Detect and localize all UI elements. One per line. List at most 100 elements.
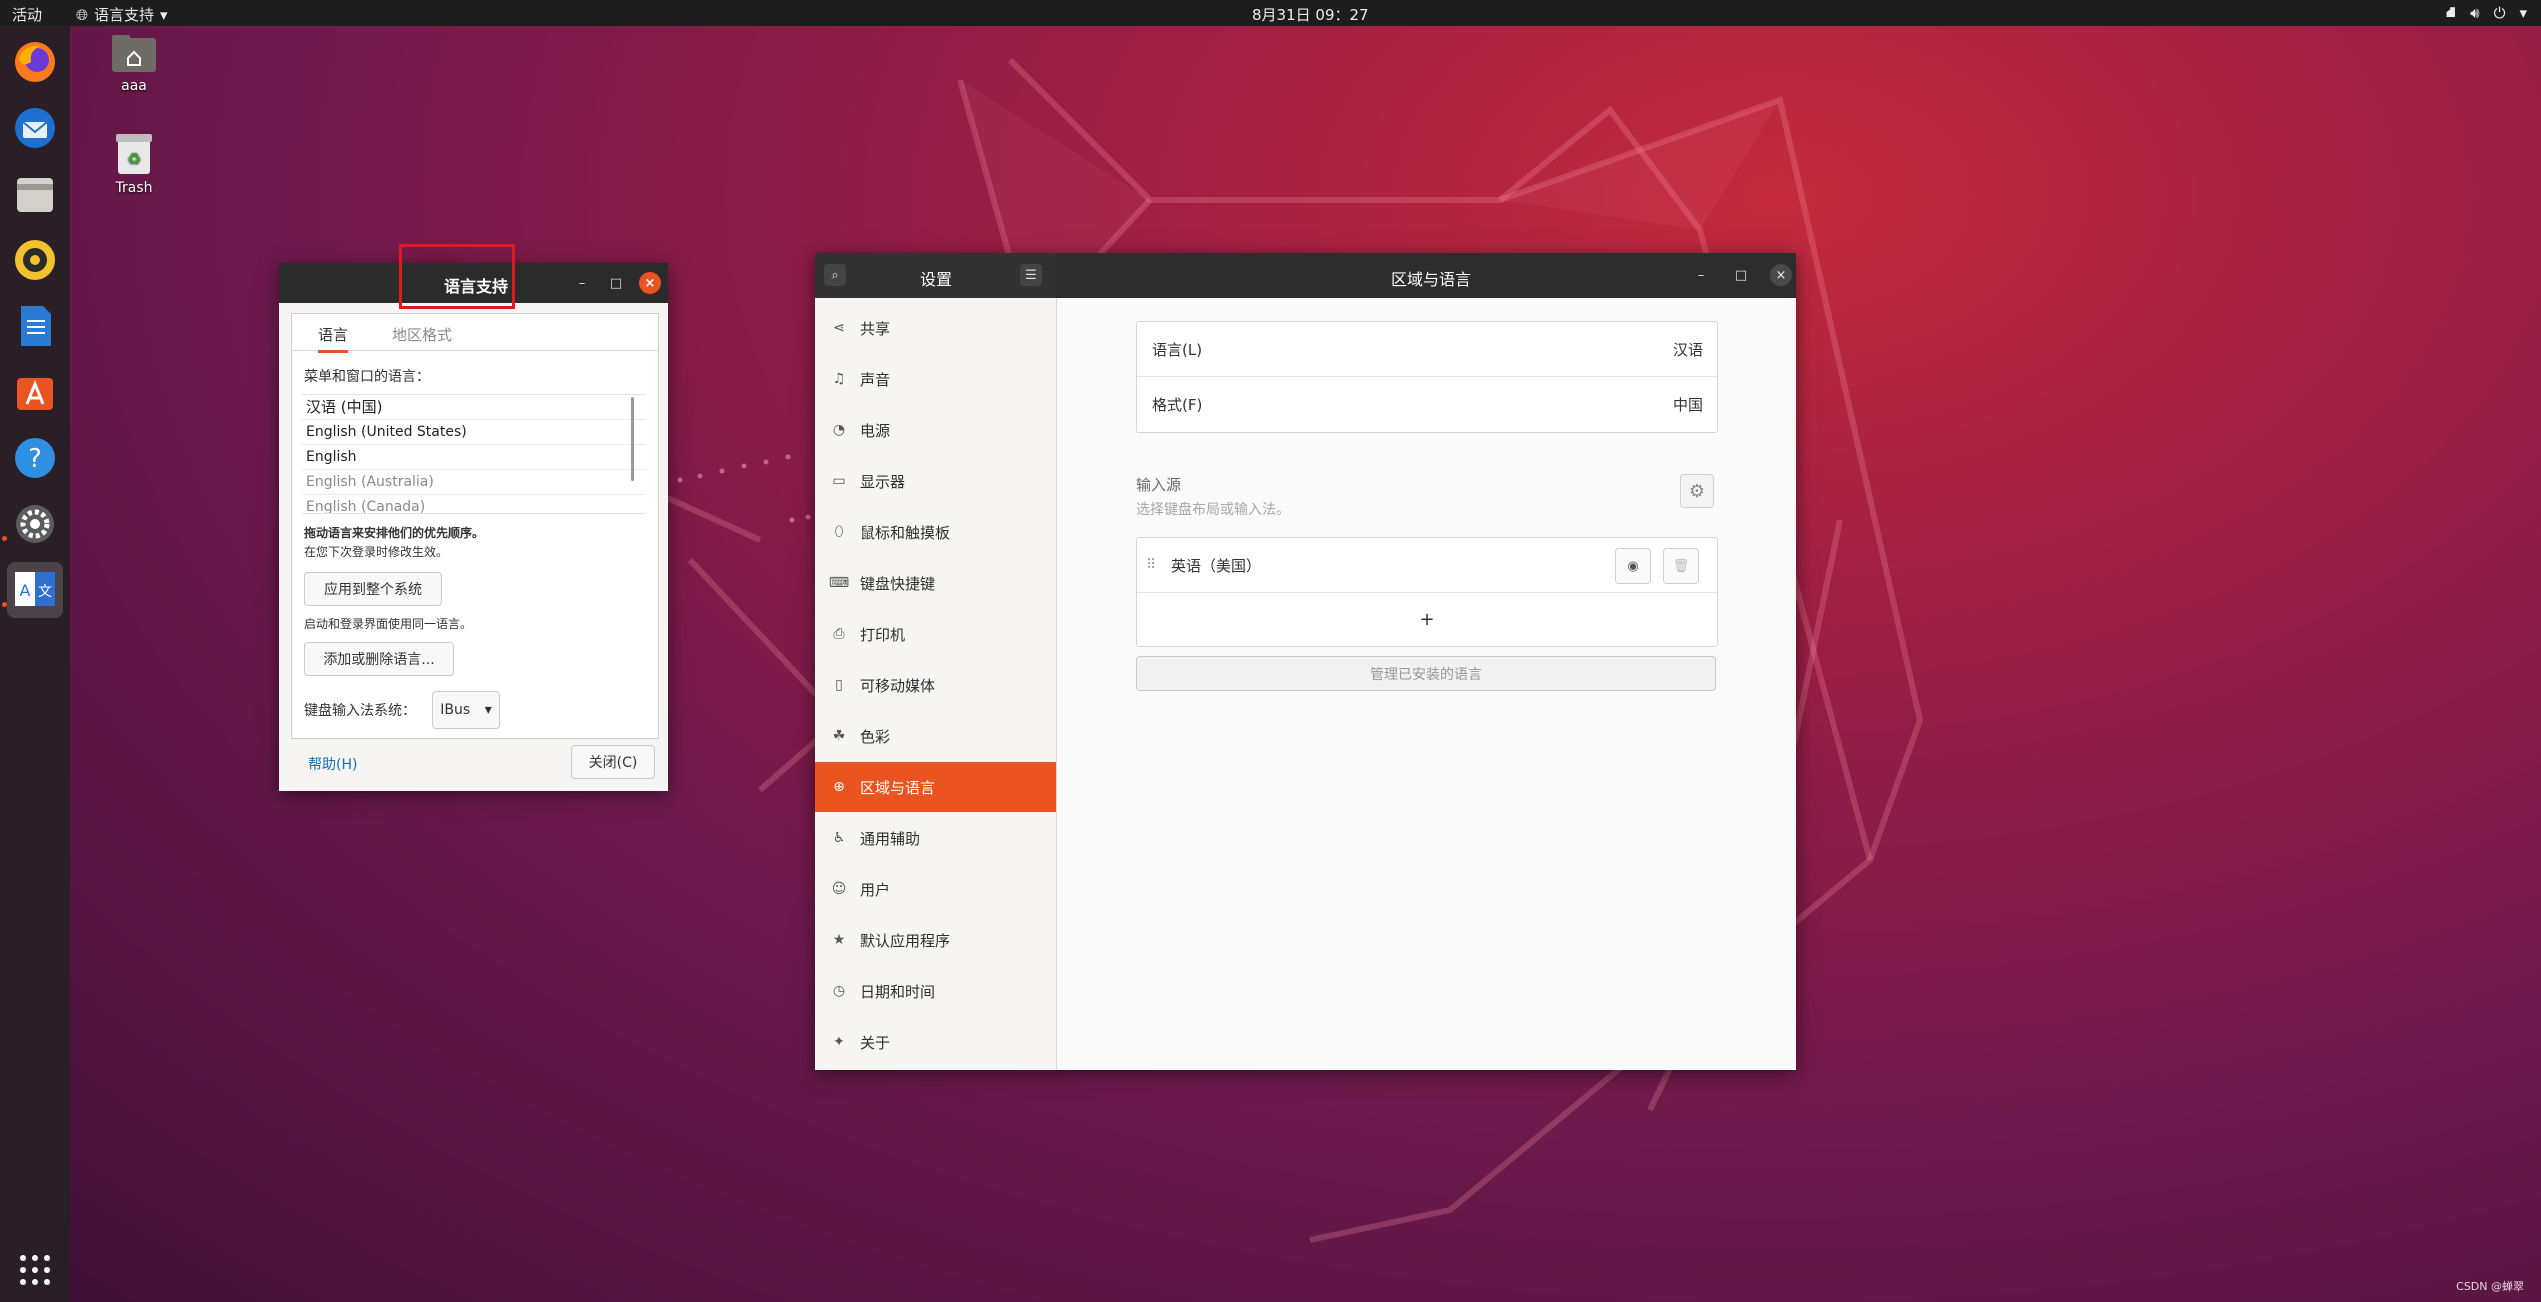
settings-title: 设置 xyxy=(920,270,953,289)
tab-bar: 语言 地区格式 xyxy=(292,314,658,353)
close-window-button[interactable]: × xyxy=(1770,264,1792,286)
input-source-label: 英语（美国） xyxy=(1171,556,1262,575)
page-title: 区域与语言 xyxy=(1391,270,1472,289)
language-list[interactable]: 汉语 (中国) English (United States) English … xyxy=(302,394,646,514)
minimize-icon: – xyxy=(1697,267,1705,283)
thunderbird-icon xyxy=(15,108,55,148)
list-item[interactable]: English (Australia) xyxy=(302,470,646,495)
remove-button[interactable]: 🗑︎ xyxy=(1663,548,1699,584)
dock: ? A 文 xyxy=(0,26,70,1302)
list-item[interactable]: 汉语 (中国) xyxy=(302,395,646,420)
sidebar-item-users[interactable]: ☺ 用户 xyxy=(815,864,1056,914)
menu-button[interactable]: ☰ xyxy=(1020,264,1042,286)
sidebar-item-default-apps[interactable]: ★ 默认应用程序 xyxy=(815,915,1056,965)
dock-files[interactable] xyxy=(7,166,63,222)
sidebar-item-keyboard[interactable]: ⌨ 键盘快捷键 xyxy=(815,558,1056,608)
settings-window: ⌕ 设置 ☰ 区域与语言 – □ × ⋖ 共享 ♫ 声音 ◔ 电源 ▭ 显示器 ⬯ 鼠标和… xyxy=(815,253,1796,1070)
input-source-row[interactable]: ⠿ 英语（美国） ◉ 🗑︎ xyxy=(1137,538,1717,593)
input-sources-card: ⠿ 英语（美国） ◉ 🗑︎ + xyxy=(1136,537,1718,647)
maximize-button[interactable]: □ xyxy=(605,272,627,294)
app-menu[interactable]: 🌐︎ 语言支持 ▾ xyxy=(76,4,168,25)
dock-writer[interactable] xyxy=(7,298,63,354)
settings-header[interactable]: 区域与语言 – □ × xyxy=(1056,253,1796,298)
ime-select[interactable]: IBus ▾ xyxy=(432,691,500,729)
maximize-icon: □ xyxy=(1734,267,1748,283)
network-icon: ⛘ xyxy=(2445,3,2457,21)
input-sources-hint: 选择键盘布局或输入法。 xyxy=(1136,502,1290,518)
sidebar-item-date-time[interactable]: ◷ 日期和时间 xyxy=(815,966,1056,1016)
ime-label: 键盘输入法系统： xyxy=(304,703,416,719)
list-item[interactable]: English (Canada) xyxy=(302,495,646,513)
sidebar-item-mouse[interactable]: ⬯ 鼠标和触摸板 xyxy=(815,507,1056,557)
show-apps-button[interactable] xyxy=(7,1242,63,1298)
power-icon: ⏻ xyxy=(2493,4,2506,22)
sidebar-item-label: 通用辅助 xyxy=(860,829,921,848)
sidebar-item-power[interactable]: ◔ 电源 xyxy=(815,405,1056,455)
desktop-home-folder[interactable]: aaa xyxy=(89,34,179,94)
list-item[interactable]: English xyxy=(302,445,646,470)
desktop-trash[interactable]: ♻ Trash xyxy=(89,132,179,196)
input-sources-title: 输入源 xyxy=(1136,476,1182,494)
sidebar-item-sound[interactable]: ♫ 声音 xyxy=(815,354,1056,404)
sidebar-item-displays[interactable]: ▭ 显示器 xyxy=(815,456,1056,506)
trash-icon: 🗑︎ xyxy=(1672,558,1690,574)
app-menu-label: 语言支持 xyxy=(94,6,155,24)
language-panel: 语言 地区格式 菜单和窗口的语言： 汉语 (中国) English (Unite… xyxy=(291,313,659,739)
manage-installed-languages-button[interactable]: 管理已安装的语言 xyxy=(1136,656,1716,691)
watermark: CSDN @蝉翠 xyxy=(2456,1280,2524,1293)
settings-sidebar: ⋖ 共享 ♫ 声音 ◔ 电源 ▭ 显示器 ⬯ 鼠标和触摸板 ⌨ 键盘快捷键 ⎙ 打印机 ▯ 可移… xyxy=(815,298,1057,1070)
svg-text:♻: ♻ xyxy=(127,149,141,168)
input-source-options-button[interactable]: ⚙ xyxy=(1680,474,1714,508)
clock[interactable]: 8月31日 09：27 xyxy=(1252,4,1369,25)
sidebar-item-color[interactable]: ☘ 色彩 xyxy=(815,711,1056,761)
drag-handle-icon[interactable]: ⠿ xyxy=(1146,557,1156,573)
maximize-icon: □ xyxy=(609,275,623,291)
chevron-down-icon: ▾ xyxy=(160,5,168,24)
minimize-button[interactable]: – xyxy=(1690,264,1712,286)
sidebar-item-label: 显示器 xyxy=(860,472,906,491)
close-window-button[interactable]: × xyxy=(639,272,661,294)
list-scrollbar[interactable] xyxy=(631,397,634,481)
settings-sidebar-header[interactable]: ⌕ 设置 ☰ xyxy=(815,253,1056,298)
add-remove-languages-button[interactable]: 添加或删除语言... xyxy=(304,642,454,676)
language-label: 语言(L) xyxy=(1152,340,1203,359)
list-item[interactable]: English (United States) xyxy=(302,420,646,445)
sidebar-item-about[interactable]: ✦ 关于 xyxy=(815,1017,1056,1067)
minimize-icon: – xyxy=(578,275,586,291)
music-note-icon: ♫ xyxy=(832,371,846,387)
apply-system-wide-button[interactable]: 应用到整个系统 xyxy=(304,572,442,606)
media-icon: ▯ xyxy=(835,677,843,693)
dock-language-support[interactable]: A 文 xyxy=(7,562,63,618)
sidebar-item-printers[interactable]: ⎙ 打印机 xyxy=(815,609,1056,659)
sidebar-item-label: 区域与语言 xyxy=(860,778,936,797)
dock-settings[interactable] xyxy=(7,496,63,552)
sidebar-item-label: 键盘快捷键 xyxy=(860,574,936,593)
dock-help[interactable]: ? xyxy=(7,430,63,486)
sidebar-item-accessibility[interactable]: ♿︎ 通用辅助 xyxy=(815,813,1056,863)
preview-button[interactable]: ◉ xyxy=(1615,548,1651,584)
close-button[interactable]: 关闭(C) xyxy=(571,745,655,779)
dock-thunderbird[interactable] xyxy=(7,100,63,156)
system-tray[interactable]: ⛘ 🔊︎ ⏻ ▾ xyxy=(2446,3,2527,23)
display-icon: ▭ xyxy=(832,473,846,489)
dock-firefox[interactable] xyxy=(7,34,63,90)
add-input-source-button[interactable]: + xyxy=(1137,593,1717,646)
folder-icon xyxy=(17,178,53,212)
sidebar-item-sharing[interactable]: ⋖ 共享 xyxy=(815,303,1056,353)
sidebar-item-region-language[interactable]: ⊕ 区域与语言 xyxy=(815,762,1056,812)
language-row[interactable]: 语言(L) 汉语 xyxy=(1137,322,1717,377)
minimize-button[interactable]: – xyxy=(571,272,593,294)
drag-hint-secondary: 在您下次登录时修改生效。 xyxy=(304,545,449,559)
format-row[interactable]: 格式(F) 中国 xyxy=(1137,377,1717,432)
dock-rhythmbox[interactable] xyxy=(7,232,63,288)
help-link[interactable]: 帮助(H) xyxy=(308,754,357,774)
search-button[interactable]: ⌕ xyxy=(824,264,846,286)
maximize-button[interactable]: □ xyxy=(1730,264,1752,286)
dock-software[interactable] xyxy=(7,364,63,420)
sidebar-item-removable-media[interactable]: ▯ 可移动媒体 xyxy=(815,660,1056,710)
close-icon: × xyxy=(644,275,656,291)
tab-language[interactable]: 语言 xyxy=(318,324,349,353)
activities-button[interactable]: 活动 xyxy=(12,4,42,25)
tab-regional-formats[interactable]: 地区格式 xyxy=(392,324,452,345)
chevron-down-icon: ▾ xyxy=(2519,4,2527,22)
